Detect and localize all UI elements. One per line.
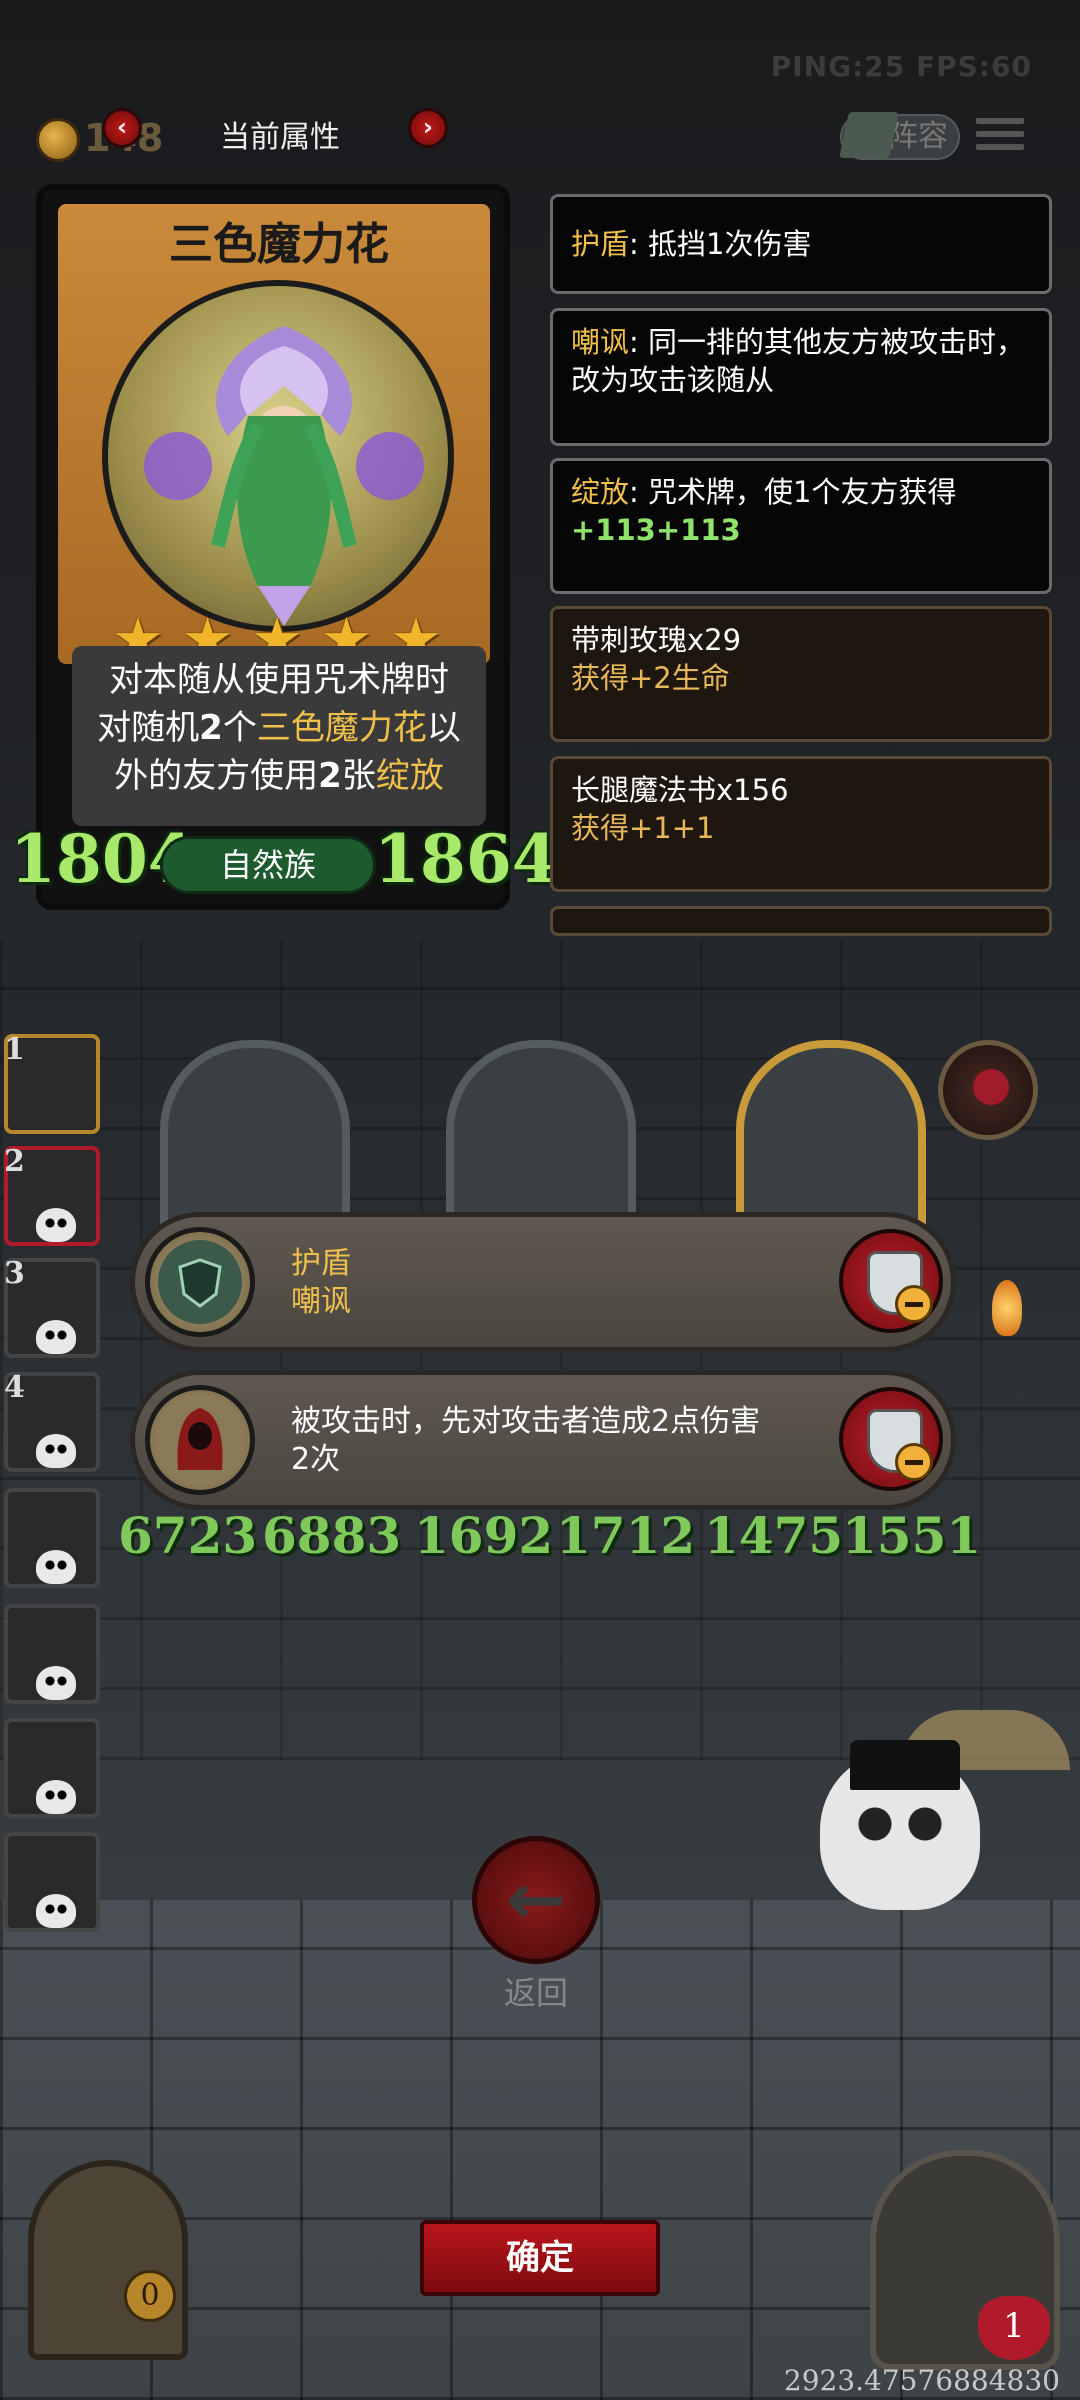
lineup-slot[interactable] bbox=[4, 1718, 100, 1818]
dungeon-gate-icon[interactable] bbox=[28, 2160, 188, 2360]
item-thorn-rose: 带刺玫瑰x29 获得+2生命 bbox=[550, 606, 1052, 742]
item-partial bbox=[550, 906, 1052, 936]
rose-icon[interactable] bbox=[938, 1040, 1038, 1140]
minus-icon bbox=[895, 1285, 933, 1323]
gate-count-badge: 0 bbox=[124, 2270, 176, 2322]
item-name: 带刺玫瑰x29 bbox=[571, 623, 742, 657]
board-stat: 1712 bbox=[556, 1506, 696, 1565]
skull-icon bbox=[36, 1434, 76, 1468]
desc-line-3: 外的友方使用2张绽放 bbox=[114, 756, 444, 796]
minion-card: 三色魔力花 ★ ★ ★ ★ ★ 对本随从使用咒术牌时 对随机2个三色魔力花以 外… bbox=[36, 184, 510, 910]
ping-fps-readout: PING:25 FPS:60 bbox=[770, 50, 1032, 83]
shield-crest-icon bbox=[145, 1227, 255, 1337]
item-effect: 获得+1+1 bbox=[571, 811, 715, 845]
book-icon bbox=[839, 112, 899, 158]
effect-row: 护盾 嘲讽 bbox=[130, 1212, 956, 1352]
slot-number: 1 bbox=[4, 1032, 25, 1067]
item-effect: 获得+2生命 bbox=[571, 661, 730, 695]
skull-icon bbox=[36, 1320, 76, 1354]
effect-line-2: 2次 bbox=[291, 1442, 341, 1477]
ability-shield: 护盾: 抵挡1次伤害 bbox=[550, 194, 1052, 294]
panel-title: 当前属性 bbox=[220, 120, 340, 155]
lineup-slot[interactable] bbox=[4, 1488, 100, 1588]
skull-icon bbox=[36, 1550, 76, 1584]
ability-taunt: 嘲讽: 同一排的其他友方被攻击时，改为攻击该随从 bbox=[550, 308, 1052, 446]
menu-icon[interactable] bbox=[976, 118, 1024, 158]
flower-fairy-illustration bbox=[144, 326, 424, 626]
board-stat: 1692 bbox=[414, 1506, 554, 1565]
slot-number: 2 bbox=[4, 1144, 25, 1179]
effect-row: 被攻击时，先对攻击者造成2点伤害 2次 bbox=[130, 1370, 956, 1510]
slot-number: 3 bbox=[4, 1256, 25, 1291]
effect-line-1: 护盾 bbox=[291, 1246, 351, 1281]
effect-line-2: 嘲讽 bbox=[291, 1284, 351, 1319]
lineup-slot[interactable]: 4 bbox=[4, 1370, 100, 1472]
chevron-right-icon[interactable]: › bbox=[408, 108, 448, 148]
board-stat: 1551 bbox=[842, 1506, 982, 1565]
item-long-leg-spellbook: 长腿魔法书x156 获得+1+1 bbox=[550, 756, 1052, 892]
chevron-left-icon[interactable]: ‹ bbox=[102, 108, 142, 148]
minus-icon bbox=[895, 1443, 933, 1481]
effect-line-1: 被攻击时，先对攻击者造成2点伤害 bbox=[291, 1404, 761, 1439]
card-description: 对本随从使用咒术牌时 对随机2个三色魔力花以 外的友方使用2张绽放 bbox=[72, 646, 486, 826]
board-stat: 6883 bbox=[262, 1506, 402, 1565]
tribe-label: 自然族 bbox=[160, 836, 376, 894]
lineup-slot[interactable]: 3 bbox=[4, 1256, 100, 1358]
back-label: 返回 bbox=[503, 1974, 568, 2012]
lineup-slot-selected[interactable]: 2 bbox=[4, 1144, 100, 1246]
coordinate-readout: 2923.47576884830 bbox=[783, 2364, 1060, 2397]
minion-portrait bbox=[102, 280, 454, 632]
card-name: 三色魔力花 bbox=[169, 219, 389, 270]
torch-icon bbox=[992, 1280, 1022, 1336]
hooded-figure-icon bbox=[145, 1385, 255, 1495]
skull-icon bbox=[36, 1894, 76, 1928]
remove-effect-button[interactable] bbox=[839, 1387, 943, 1491]
desc-line-1: 对本随从使用咒术牌时 bbox=[109, 660, 449, 700]
slot-number: 4 bbox=[4, 1370, 25, 1405]
board-stat: 6723 bbox=[118, 1506, 258, 1565]
skull-icon bbox=[36, 1780, 76, 1814]
board-stat: 1475 bbox=[704, 1506, 844, 1565]
lineup-slot[interactable] bbox=[4, 1604, 100, 1704]
skull-icon bbox=[36, 1666, 76, 1700]
coin-icon bbox=[36, 118, 80, 162]
effect-text: 被攻击时，先对攻击者造成2点伤害 2次 bbox=[291, 1403, 811, 1479]
lineup-slot[interactable]: 1 bbox=[4, 1032, 100, 1134]
ability-bloom: 绽放: 咒术牌，使1个友方获得 +113+113 bbox=[550, 458, 1052, 594]
skull-icon bbox=[36, 1208, 76, 1242]
effect-text: 护盾 嘲讽 bbox=[291, 1245, 811, 1321]
back-button[interactable]: ← bbox=[472, 1836, 600, 1964]
lineup-label: 阵容 bbox=[888, 119, 948, 154]
item-name: 长腿魔法书x156 bbox=[571, 773, 789, 807]
confirm-button[interactable]: 确定 bbox=[420, 2220, 660, 2296]
lineup-slot[interactable] bbox=[4, 1832, 100, 1932]
desc-line-2: 对随机2个三色魔力花以 bbox=[97, 708, 461, 748]
health-stat: 1864 bbox=[374, 820, 558, 898]
remove-effect-button[interactable] bbox=[839, 1229, 943, 1333]
hero-health-heart: 1 bbox=[978, 2296, 1050, 2360]
ghost-hat bbox=[850, 1740, 960, 1790]
